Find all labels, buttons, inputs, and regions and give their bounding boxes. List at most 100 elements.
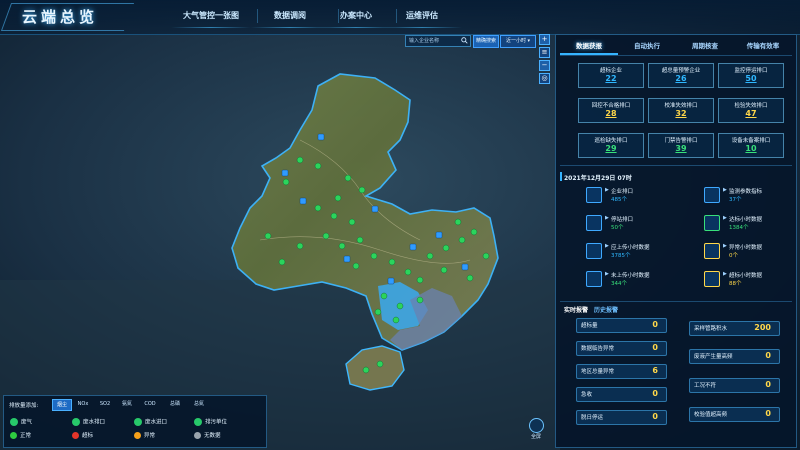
- legend-status-item: 正常: [10, 432, 31, 441]
- stat-card[interactable]: 超总量预警企业 26: [648, 63, 714, 88]
- tab-period-check[interactable]: 周期核查: [676, 39, 734, 53]
- divider: [560, 165, 792, 166]
- alarm-row[interactable]: 数据临告异常 0: [576, 341, 667, 356]
- stat-value[interactable]: 26: [649, 74, 713, 83]
- company-search-box: [405, 35, 471, 47]
- legend-type-item[interactable]: 废水排口: [72, 418, 105, 427]
- tab-realtime-alarm[interactable]: 实时报警: [564, 306, 588, 316]
- alarm-row[interactable]: 急收 0: [576, 387, 667, 402]
- locate-icon: ◎: [541, 74, 548, 82]
- legend-label: 废水进口: [145, 419, 168, 426]
- pollutant-tab[interactable]: 氨氮: [118, 399, 136, 409]
- metric-label: 监测参数指标: [729, 189, 763, 195]
- legend-type-item[interactable]: 废水进口: [134, 418, 167, 427]
- pollutant-tab[interactable]: COD: [141, 399, 159, 409]
- legend-title: 排放量添加:: [9, 403, 39, 409]
- alarm-row[interactable]: 脱日停运 0: [576, 410, 667, 425]
- section-marker: [560, 172, 562, 181]
- fullscreen-label: 全屏: [530, 434, 541, 440]
- metric-label: 达标小时数据: [729, 217, 763, 223]
- zoom-out-button[interactable]: −: [539, 60, 550, 71]
- stat-label: 巡检缺失排口: [594, 138, 628, 144]
- metric-item[interactable]: ▶ 超标小时数据 88个: [704, 271, 800, 291]
- top-header: 云端总览 大气管控一张图 数据调阅 办案中心 运维评估: [0, 0, 800, 35]
- metric-value: 485个: [611, 197, 627, 203]
- alarm-value: 0: [652, 320, 658, 329]
- alarm-label: 数据临告异常: [581, 346, 615, 352]
- stat-value[interactable]: 22: [579, 74, 643, 83]
- polluter-icon: [194, 418, 202, 426]
- metric-item[interactable]: ▶ 停站排口 50个: [586, 215, 696, 235]
- alarm-row[interactable]: 校验值超高频 0: [689, 407, 780, 422]
- legend-type-item[interactable]: 废气: [10, 418, 32, 427]
- pollutant-tab[interactable]: SO2: [96, 399, 114, 409]
- arrow-icon: ▶: [605, 215, 609, 221]
- legend-type-item[interactable]: 排污单位: [194, 418, 227, 427]
- legend-label: 无数据: [204, 433, 221, 439]
- chevron-down-icon: ▾: [527, 38, 531, 44]
- legend-label: 废气: [21, 419, 33, 426]
- arrow-icon: ▶: [605, 243, 609, 249]
- metric-item[interactable]: ▶ 未上传小时数据 344个: [586, 271, 696, 291]
- alarm-value: 0: [765, 380, 771, 389]
- zoom-in-button[interactable]: +: [539, 34, 550, 45]
- pollutant-tab[interactable]: 总磷: [166, 399, 184, 409]
- stat-card[interactable]: 检验失效排口 47: [718, 98, 784, 123]
- alarm-row[interactable]: 超标量 0: [576, 318, 667, 333]
- locate-button[interactable]: ◎: [539, 73, 550, 84]
- stat-value[interactable]: 10: [719, 144, 783, 153]
- time-range-value: 近一小时: [505, 38, 526, 44]
- tab-underline: [560, 55, 792, 56]
- metric-item[interactable]: ▶ 企业排口 485个: [586, 187, 696, 207]
- search-input[interactable]: [409, 36, 459, 46]
- layers-icon: ≡: [541, 48, 548, 56]
- metric-item[interactable]: ▶ 监测参数指标 37个: [704, 187, 800, 207]
- layers-button[interactable]: ≡: [539, 47, 550, 58]
- wastewater-outlet-icon: [72, 418, 80, 426]
- map-legend: 排放量添加: 烟尘 NOx SO2 氨氮 COD 总磷 总氮 废气 废水排口 废…: [3, 395, 267, 448]
- stat-card[interactable]: 超标企业 22: [578, 63, 644, 88]
- alarm-row[interactable]: 地区总量异常 6: [576, 364, 667, 379]
- metric-label: 企业排口: [611, 189, 634, 195]
- stat-value[interactable]: 50: [719, 74, 783, 83]
- alarm-row[interactable]: 工况不符 0: [689, 378, 780, 393]
- stat-card[interactable]: 回控不合格排口 28: [578, 98, 644, 123]
- metric-item[interactable]: ▶ 异常小时数据 0个: [704, 243, 800, 263]
- stat-label: 监控停运排口: [734, 68, 768, 74]
- tab-data-report[interactable]: 数据获报: [560, 39, 618, 55]
- tab-ops-evaluation[interactable]: 运维评估: [376, 7, 468, 28]
- stat-value[interactable]: 32: [649, 109, 713, 118]
- stat-value[interactable]: 47: [719, 109, 783, 118]
- tab-transmission-rate[interactable]: 传输有效率: [734, 39, 792, 53]
- stat-card[interactable]: 设备未备案排口 10: [718, 133, 784, 158]
- stat-value[interactable]: 39: [649, 144, 713, 153]
- exact-search-button[interactable]: 精确搜索: [473, 35, 499, 48]
- legend-label: 异常: [144, 433, 156, 439]
- search-icon[interactable]: [461, 37, 468, 44]
- alarm-row[interactable]: 采样管路积水 200: [689, 321, 780, 336]
- stat-label: 超标企业: [599, 68, 622, 74]
- alarm-label: 超标量: [581, 323, 598, 329]
- fullscreen-button[interactable]: 全屏: [526, 418, 546, 444]
- stat-card[interactable]: 门禁告警排口 39: [648, 133, 714, 158]
- arrow-icon: ▶: [723, 215, 727, 221]
- divider: [560, 301, 792, 302]
- alarm-label: 急收: [581, 392, 593, 398]
- stat-card[interactable]: 巡检缺失排口 29: [578, 133, 644, 158]
- alarm-label: 废液产生量高频: [694, 354, 733, 360]
- stat-value[interactable]: 28: [579, 109, 643, 118]
- time-range-select[interactable]: 近一小时 ▾: [500, 35, 536, 48]
- metric-item[interactable]: ▶ 应上传小时数据 3785个: [586, 243, 696, 263]
- stat-label: 超总量预警企业: [661, 68, 701, 74]
- stat-value[interactable]: 29: [579, 144, 643, 153]
- tab-history-alarm[interactable]: 历史报警: [594, 306, 618, 316]
- stat-card[interactable]: 监控停运排口 50: [718, 63, 784, 88]
- pollutant-tab[interactable]: 烟尘: [52, 399, 72, 411]
- pollutant-tab[interactable]: 总氮: [190, 399, 208, 409]
- pollutant-tab[interactable]: NOx: [74, 399, 92, 409]
- metric-item[interactable]: ▶ 达标小时数据 1384个: [704, 215, 800, 235]
- stat-label: 门禁告警排口: [664, 138, 698, 144]
- tab-auto-execute[interactable]: 自动执行: [618, 39, 676, 53]
- stat-card[interactable]: 校准失效排口 32: [648, 98, 714, 123]
- alarm-row[interactable]: 废液产生量高频 0: [689, 349, 780, 364]
